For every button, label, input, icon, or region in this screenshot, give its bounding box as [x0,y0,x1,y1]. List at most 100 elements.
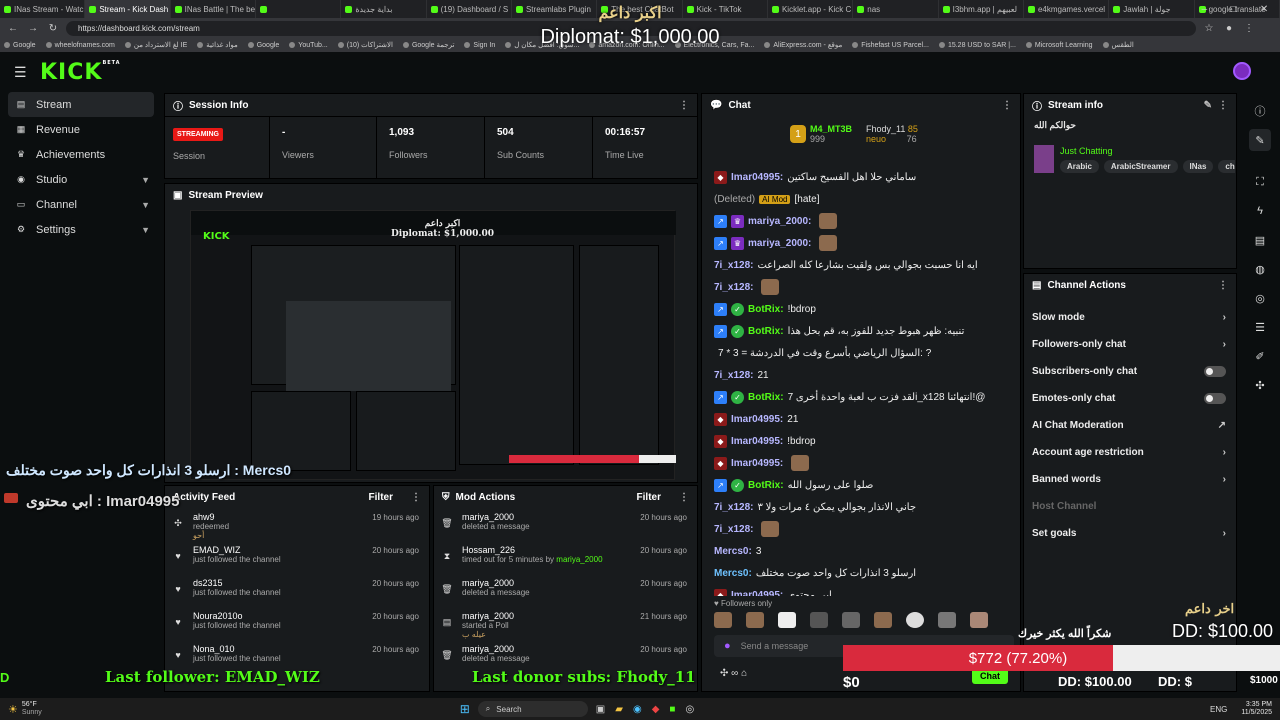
chat-message[interactable]: ◆ Imar04995: ساماني حلا اهل الفسيح ساكتين [702,166,1022,188]
filter-button[interactable]: Filter [369,492,393,503]
bookmark-item[interactable]: Google ترجمة [402,41,454,49]
more-icon[interactable]: ⋮ [1218,280,1228,291]
chat-message[interactable]: Mercs0: 3 [702,540,1022,562]
back-icon[interactable]: ← [6,23,20,34]
chat-username[interactable]: BotRix: [748,392,784,403]
sidebar-item-stream[interactable]: ▤ Stream [8,92,154,117]
hamburger-menu-icon[interactable]: ☰ [14,64,27,81]
bookmark-item[interactable]: YouTub... [289,42,328,49]
edit-icon[interactable]: ✎ [1204,100,1212,111]
edge-icon[interactable]: ◉ [633,704,642,715]
info-icon[interactable]: ⓘ [1249,100,1271,122]
sidebar-item-settings[interactable]: ⚙ Settings ▼ [0,217,162,242]
mic-icon[interactable]: ● [724,640,731,652]
emote[interactable] [810,612,828,628]
channel-action-slow-mode[interactable]: Slow mode › [1024,304,1236,331]
list-item[interactable]: ⧗ Hossam_226 timed out for 5 minutes by ma… [434,541,697,574]
bookmark-item[interactable]: wheelofnames.com [45,42,115,49]
bookmark-item[interactable]: لغ الاسترداد من IE [124,41,187,49]
brave-icon[interactable]: ◆ [652,704,660,715]
bookmark-item[interactable]: Sign In [464,42,495,49]
language-indicator[interactable]: ENG [1210,705,1227,714]
document-icon[interactable]: ▤ [1249,229,1271,251]
emote[interactable] [970,612,988,628]
sidebar-item-studio[interactable]: ◉ Studio ▼ [0,167,162,192]
list-item[interactable]: 🗑 mariya_2000 deleted a message 20 hours ag… [434,508,697,541]
more-icon[interactable]: ⋮ [411,492,421,503]
broadcast-icon[interactable]: ◎ [1249,287,1271,309]
chat-username[interactable]: (Deleted) [714,194,755,205]
minimize-icon[interactable]: – [1202,4,1208,15]
chat-username[interactable]: BotRix: [748,480,784,491]
chat-username[interactable]: 7i_x128: [714,524,753,535]
bookmark-item[interactable]: Google [247,42,279,49]
list-item[interactable]: ▤ mariya_2000 started a Poll عيله ب 21 hours… [434,607,697,640]
bookmark-item[interactable]: Microsoft Learning [1025,42,1093,49]
chat-message[interactable]: ◆ Imar04995: ابي محتوى [702,584,1022,596]
chat-username[interactable]: Imar04995: [731,590,783,597]
list-item[interactable]: ♥ EMAD_WIZ just followed the channel 20 hou… [165,541,429,574]
chat-message[interactable]: ↗ ♛ mariya_2000: [702,210,1022,232]
chat-username[interactable]: 7i_x128: [714,502,753,513]
emote[interactable] [778,612,796,628]
chat-username[interactable]: Imar04995: [731,414,783,425]
chat-message[interactable]: ↗ ✓ BotRix: !bdrop [702,298,1022,320]
stream-video[interactable]: KICK اكبر داعم Diplomat: $1,000.00 [190,210,676,480]
profile-icon[interactable]: ● [1222,23,1236,34]
chat-message[interactable]: ◆ Imar04995: 21 [702,408,1022,430]
filter-button[interactable]: Filter [637,492,661,503]
browser-tab[interactable]: Jawlah | جولة [1109,0,1195,18]
stream-tag[interactable]: Arabic [1060,160,1099,173]
chat-username[interactable]: 7i_x128: [714,260,753,271]
close-icon[interactable]: ✕ [1260,4,1268,15]
channel-action-banned-words[interactable]: Banned words › [1024,466,1236,493]
channel-action-ai-chat-moderation[interactable]: AI Chat Moderation ↗ [1024,412,1236,439]
bookmark-item[interactable]: Google [4,42,36,49]
star-icon[interactable]: ☆ [1202,23,1216,34]
edit-icon[interactable]: ✎ [1249,129,1271,151]
chat-message[interactable]: 7i_x128: [702,518,1022,540]
emote[interactable] [874,612,892,628]
browser-tab[interactable]: Stream - Kick Dash [85,0,171,18]
chat-message[interactable]: ◆ Imar04995: [702,452,1022,474]
stream-tag[interactable]: INas [1182,160,1214,173]
bookmark-item[interactable]: 15.28 USD to SAR |... [938,42,1016,49]
chat-message[interactable]: 7i_x128: 21 [702,364,1022,386]
list-item[interactable]: 🗑 mariya_2000 deleted a message 20 hours ag… [434,574,697,607]
wrench-icon[interactable]: ✐ [1249,345,1271,367]
list-item[interactable]: ✣ ahw9 redeemed أحو 19 hours ago [165,508,429,541]
chat-username[interactable]: mariya_2000: [748,216,811,227]
more-icon[interactable]: ⋮ [1002,100,1012,111]
stream-tag[interactable]: chillin [1218,160,1235,173]
chat-username[interactable]: 7i_x128: [714,370,753,381]
list-item[interactable]: ♥ Noura2010o just followed the channel 20 h… [165,607,429,640]
category-name[interactable]: Just Chatting [1060,146,1113,156]
chat-username[interactable]: Imar04995: [731,436,783,447]
reload-icon[interactable]: ↻ [46,23,60,34]
menu-icon[interactable]: ⋮ [1242,23,1256,34]
chat-icon[interactable]: ◍ [1249,258,1271,280]
chat-message[interactable]: 7i_x128: جاني الانذار بجوالي يمكن ٤ مرات … [702,496,1022,518]
channel-action-set-goals[interactable]: Set goals › [1024,520,1236,547]
app-icon[interactable]: ■ [669,704,675,715]
more-icon[interactable]: ⋮ [1218,100,1228,111]
chat-message[interactable]: ↗ ✓ BotRix: صلوا على رسول الله [702,474,1022,496]
kick-logo[interactable]: KICKBETA [40,60,121,85]
bookmark-item[interactable]: Fishefast US Parcel... [852,42,929,49]
chrome-icon[interactable]: ◎ [685,704,694,715]
browser-tab[interactable]: Kicklet.app - Kick C [768,0,854,18]
browser-tab[interactable]: (19) Dashboard / S [427,0,512,18]
sidebar-item-revenue[interactable]: ▦ Revenue [0,117,162,142]
sidebar-item-achievements[interactable]: ♛ Achievements [0,142,162,167]
chat-message[interactable]: ◆ Imar04995: !bdrop [702,430,1022,452]
taskbar-search[interactable]: ⌕ Search [477,701,588,717]
chat-message[interactable]: (Deleted) AI Mod [hate] [702,188,1022,210]
stream-tag[interactable]: ArabicStreamer [1103,160,1178,173]
more-icon[interactable]: ⋮ [679,492,689,503]
chat-username[interactable]: BotRix: [748,304,784,315]
emote[interactable] [842,612,860,628]
browser-tab[interactable]: بداية جديدة [341,0,427,18]
channel-action-subscribers-only-chat[interactable]: Subscribers-only chat [1024,358,1236,385]
chat-message[interactable]: 7i_x128: ايه انا حسبت بجوالي بس ولقيت بشا… [702,254,1022,276]
list-item[interactable]: ♥ ds2315 just followed the channel 20 hours… [165,574,429,607]
